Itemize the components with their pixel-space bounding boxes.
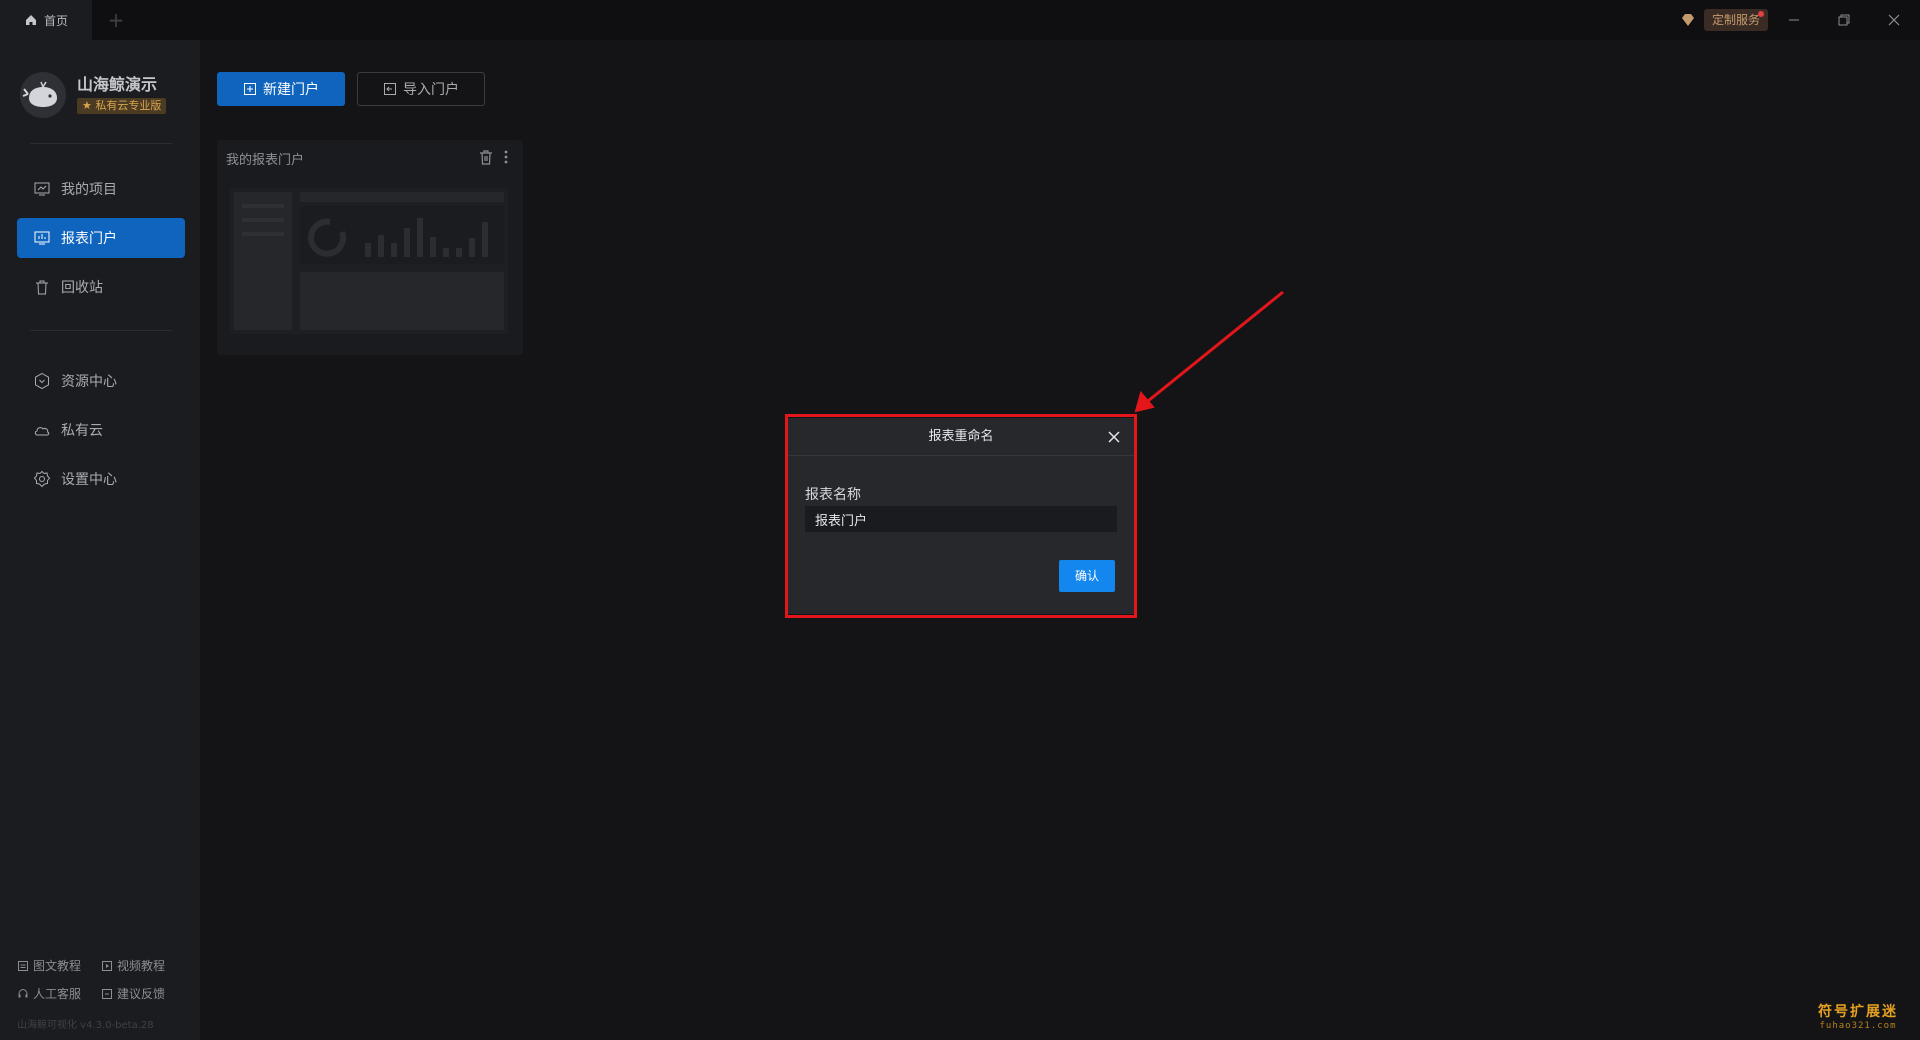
sidebar-item-label: 报表门户 [61, 231, 117, 247]
plus-square-icon [244, 83, 256, 95]
annotation-highlight-box [785, 414, 1137, 618]
chart-board-icon [34, 182, 50, 196]
new-portal-label: 新建门户 [263, 82, 319, 98]
headset-icon [18, 988, 28, 997]
sidebar-item-report-portal[interactable]: 报表门户 [17, 218, 185, 258]
sidebar-item-resource-center[interactable]: 资源中心 [17, 361, 185, 401]
minimize-icon [1789, 19, 1799, 21]
watermark: 符号扩展迷 fuhao321.com [1818, 1001, 1898, 1031]
watermark-text: 符号扩展迷 [1818, 1004, 1898, 1020]
sidebar-item-my-projects[interactable]: 我的项目 [17, 169, 185, 209]
watermark-url: fuhao321.com [1819, 1021, 1897, 1031]
notification-dot [1758, 11, 1764, 17]
sidebar: 山海鲸演示 ★ 私有云专业版 我的项目 报表门户 回收站 资源中心 私有云 设置… [0, 40, 200, 1040]
video-icon [102, 960, 112, 971]
divider [30, 330, 172, 331]
restore-icon [1838, 14, 1850, 26]
title-bar: 首页 + 定制服务 [0, 0, 1920, 40]
dashboard-preview-graphic [234, 192, 504, 330]
sidebar-item-label: 私有云 [61, 423, 103, 439]
restore-button[interactable] [1832, 8, 1856, 32]
trash-icon [36, 280, 48, 295]
close-window-button[interactable] [1882, 8, 1906, 32]
cloud-icon [34, 427, 50, 436]
import-portal-button[interactable]: 导入门户 [357, 72, 485, 106]
text-tutorial-label: 图文教程 [33, 959, 82, 973]
user-name: 山海鲸演示 [77, 75, 158, 94]
doc-icon [18, 960, 28, 971]
divider [30, 143, 172, 144]
feedback-label: 建议反馈 [117, 987, 166, 1001]
diamond-icon [1682, 14, 1694, 26]
portal-thumbnail [230, 188, 508, 334]
support-label: 人工客服 [33, 987, 82, 1001]
feedback-link[interactable]: 建议反馈 [101, 985, 165, 1002]
new-portal-button[interactable]: 新建门户 [217, 72, 345, 106]
minimize-button[interactable] [1782, 8, 1806, 32]
portal-card[interactable]: 我的报表门户 [217, 140, 523, 355]
gear-icon [33, 470, 51, 488]
home-icon [26, 15, 36, 25]
video-tutorial-link[interactable]: 视频教程 [101, 957, 165, 974]
edition-badge: ★ 私有云专业版 [77, 98, 167, 114]
import-icon [384, 83, 396, 95]
sidebar-item-label: 我的项目 [61, 182, 117, 198]
sidebar-item-label: 设置中心 [61, 472, 117, 488]
delete-icon[interactable] [477, 148, 495, 166]
monitor-report-icon [34, 231, 50, 245]
feedback-icon [102, 988, 112, 999]
version-text: 山海鲸可视化 v4.3.0-beta.28 [17, 1020, 154, 1031]
sidebar-item-private-cloud[interactable]: 私有云 [17, 410, 185, 450]
customer-support-link[interactable]: 人工客服 [17, 985, 81, 1002]
sidebar-item-settings[interactable]: 设置中心 [17, 459, 185, 499]
add-tab-button[interactable]: + [104, 8, 128, 32]
close-icon [1888, 14, 1900, 26]
tab-home[interactable]: 首页 [0, 0, 92, 40]
video-tutorial-label: 视频教程 [117, 959, 166, 973]
import-portal-label: 导入门户 [403, 82, 459, 98]
text-tutorial-link[interactable]: 图文教程 [17, 957, 81, 974]
hexagon-resource-icon [35, 372, 49, 390]
portal-card-title: 我的报表门户 [226, 153, 305, 168]
whale-logo-icon [22, 81, 57, 107]
tab-home-label: 首页 [44, 13, 69, 28]
sidebar-item-label: 回收站 [61, 280, 103, 296]
sidebar-item-recycle-bin[interactable]: 回收站 [17, 267, 185, 307]
avatar[interactable] [20, 72, 66, 118]
sidebar-item-label: 资源中心 [61, 374, 117, 390]
more-vertical-icon[interactable] [499, 148, 513, 166]
